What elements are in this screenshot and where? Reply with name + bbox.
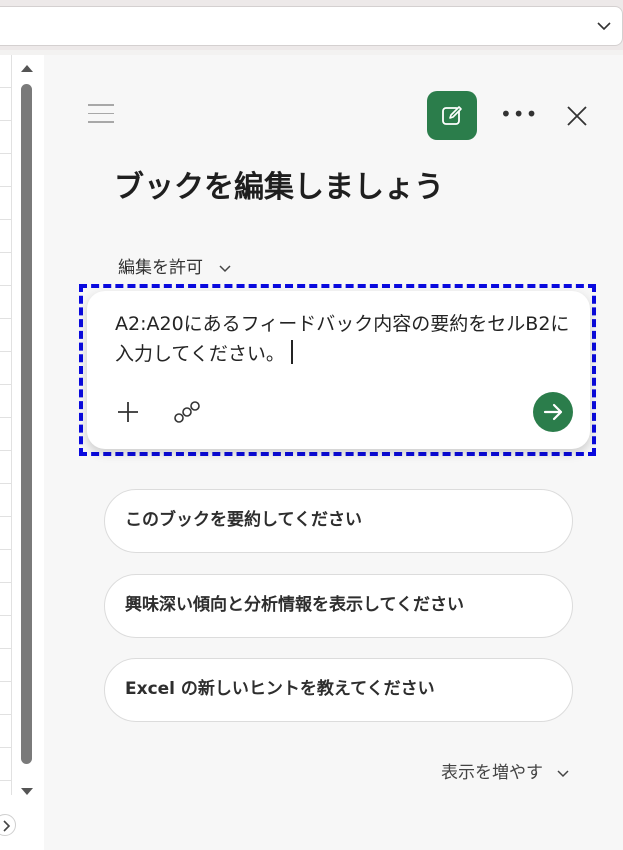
prompt-input[interactable]: A2:A20にあるフィードバック内容の要約をセルB2に入力してください。: [115, 309, 570, 369]
text-caret: [290, 340, 293, 364]
prompt-composer[interactable]: A2:A20にあるフィードバック内容の要約をセルB2に入力してください。: [87, 291, 590, 449]
panel-title: ブックを編集しましょう: [114, 170, 444, 205]
chevron-down-icon[interactable]: [596, 18, 612, 34]
more-icon[interactable]: •••: [500, 104, 537, 128]
top-bar: [0, 0, 623, 50]
sheet-cells[interactable]: [0, 55, 12, 795]
suggestion-summarize[interactable]: このブックを要約してください: [104, 489, 573, 553]
top-dropdown[interactable]: [0, 6, 623, 46]
send-arrow-icon: [543, 403, 563, 421]
plus-icon[interactable]: [115, 399, 141, 425]
scroll-down-arrow-icon[interactable]: [20, 787, 34, 797]
new-chat-button[interactable]: [427, 91, 477, 140]
scroll-up-arrow-icon[interactable]: [20, 63, 34, 73]
show-more-button[interactable]: 表示を増やす: [441, 758, 570, 783]
chevron-right-icon: [3, 820, 11, 832]
vertical-scrollbar-thumb[interactable]: [21, 84, 32, 764]
edit-permission-label: 編集を許可: [118, 258, 203, 278]
prompt-input-text: A2:A20にあるフィードバック内容の要約をセルB2に入力してください。: [115, 313, 570, 365]
hamburger-icon[interactable]: [88, 104, 114, 124]
link-icon[interactable]: [173, 399, 201, 425]
new-chat-icon: [442, 106, 462, 125]
suggestion-tips[interactable]: Excel の新しいヒントを教えてください: [104, 658, 573, 722]
close-icon[interactable]: [565, 104, 589, 128]
chevron-down-icon: [219, 265, 231, 273]
show-more-label: 表示を増やす: [441, 763, 543, 783]
edit-permission-dropdown[interactable]: 編集を許可: [118, 253, 232, 278]
send-button[interactable]: [533, 392, 573, 432]
suggestion-insights[interactable]: 興味深い傾向と分析情報を表示してください: [104, 574, 573, 638]
chevron-down-icon: [557, 770, 569, 778]
